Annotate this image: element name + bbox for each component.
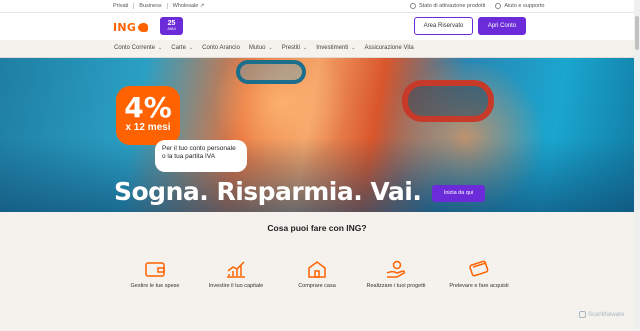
external-link-icon: ↗	[199, 3, 205, 9]
area-riservata-button[interactable]: Area Riservato	[414, 17, 473, 35]
chevron-down-icon: ⌄	[158, 45, 163, 51]
chevron-down-icon: ⌄	[351, 45, 356, 51]
promo-rate-badge: 4% x 12 mesi	[116, 86, 180, 145]
anniversary-word: ANNI	[167, 27, 176, 31]
watermark-text: ScanMalware	[588, 311, 625, 318]
feature-investire[interactable]: Investire il tuo capitale	[196, 259, 276, 289]
feature-label: Investire il tuo capitale	[208, 283, 264, 289]
help-link-label: Aiuto e supporto	[504, 3, 545, 9]
main-nav: Conto Corrente ⌄ Carte ⌄ Conto Arancio Mutuo ⌄…	[0, 40, 640, 58]
diving-mask-image	[402, 80, 494, 122]
logo-text: ING	[113, 21, 137, 34]
shield-icon	[579, 311, 586, 318]
segment-switcher: Privati Business Wholesale ↗	[113, 3, 209, 9]
feature-label: Realizzare i tuoi progetti	[366, 283, 426, 289]
inizia-button[interactable]: Inizia da qui	[432, 185, 485, 202]
segment-privati[interactable]: Privati	[113, 3, 135, 9]
nav-item-mutuo[interactable]: Mutuo ⌄	[249, 45, 273, 51]
lion-icon	[138, 23, 149, 32]
nav-item-label: Prestiti	[281, 45, 301, 51]
status-link-label: Stato di attivazione prodotti	[419, 3, 486, 9]
nav-item-label: Mutuo	[248, 45, 266, 51]
scrollbar[interactable]	[634, 0, 640, 331]
header: ING 25 ANNI Area Riservato Apri Conto	[0, 13, 640, 40]
nav-item-label: Investimenti	[316, 45, 349, 51]
nav-item-investimenti[interactable]: Investimenti ⌄	[316, 45, 355, 51]
chevron-down-icon: ⌄	[188, 45, 194, 51]
chevron-down-icon: ⌄	[268, 45, 273, 51]
help-link[interactable]: Aiuto e supporto	[495, 3, 544, 9]
nav-item-label: Conto Corrente	[114, 45, 156, 51]
nav-item-carte[interactable]: Carte ⌄	[171, 45, 193, 51]
nav-item-label: Assicurazione Vita	[364, 45, 414, 51]
apri-conto-button[interactable]: Apri Conto	[478, 17, 526, 35]
feature-gestire-spese[interactable]: Gestire le tue spese	[115, 259, 195, 289]
chart-up-icon	[227, 261, 245, 278]
feature-progetti[interactable]: Realizzare i tuoi progetti	[356, 259, 436, 289]
card-icon	[469, 260, 489, 277]
segment-wholesale[interactable]: Wholesale ↗	[173, 3, 210, 9]
nav-item-prestiti[interactable]: Prestiti ⌄	[282, 45, 308, 51]
feature-comprare-casa[interactable]: Comprare casa	[277, 259, 357, 289]
nav-item-conto-arancio[interactable]: Conto Arancio	[202, 45, 240, 51]
promo-duration: x 12 mesi	[125, 122, 171, 133]
utility-bar: Privati Business Wholesale ↗ Stato di at…	[0, 0, 640, 13]
nav-item-label: Conto Arancio	[202, 45, 240, 51]
hero-slogan: Sogna. Risparmia. Vai.	[114, 177, 422, 206]
feature-label: Gestire le tue spese	[130, 283, 180, 289]
nav-item-assicurazione-vita[interactable]: Assicurazione Vita	[364, 45, 413, 51]
anniversary-badge: 25 ANNI	[160, 17, 183, 35]
feature-label: Comprare casa	[298, 283, 336, 289]
watermark: ScanMalware	[579, 311, 624, 318]
features-title: Cosa puoi fare con ING?	[267, 223, 367, 233]
nav-item-conto-corrente[interactable]: Conto Corrente ⌄	[114, 45, 162, 51]
help-icon	[495, 3, 502, 9]
house-icon	[308, 261, 326, 278]
promo-rate: 4%	[124, 91, 172, 124]
feature-prelevare[interactable]: Prelevare e fare acquisti	[439, 259, 519, 289]
ing-logo[interactable]: ING	[113, 21, 149, 34]
status-link[interactable]: Stato di attivazione prodotti	[410, 3, 485, 9]
anniversary-number: 25	[167, 20, 176, 27]
scrollbar-thumb[interactable]	[635, 16, 639, 50]
chevron-down-icon: ⌄	[303, 45, 308, 51]
feature-label: Prelevare e fare acquisti	[449, 283, 509, 289]
promo-bubble: Per il tuo conto personale o la tua part…	[155, 140, 247, 172]
hand-coin-icon	[386, 260, 406, 278]
swim-goggles-image	[236, 60, 306, 84]
clock-icon	[410, 3, 416, 9]
segment-business[interactable]: Business	[139, 3, 168, 9]
nav-item-label: Carte	[171, 45, 186, 51]
wallet-icon	[145, 262, 165, 277]
